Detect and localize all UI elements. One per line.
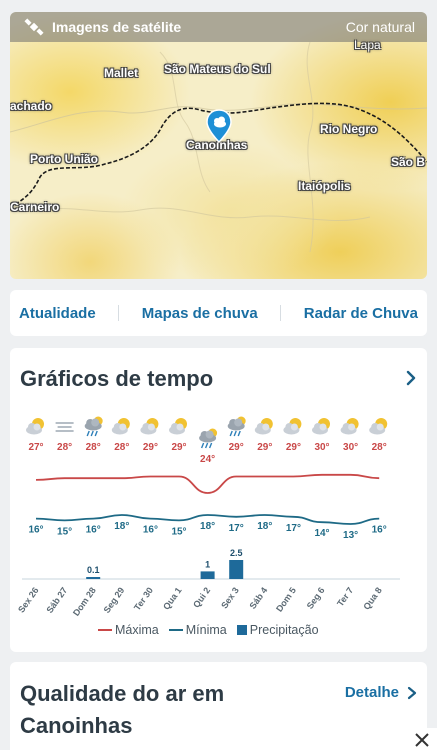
min-temp-label: 16°: [28, 525, 43, 536]
precip-bar: [200, 571, 215, 579]
precip-label: 2.5: [230, 548, 243, 558]
max-temp-label: 29°: [229, 442, 244, 453]
max-temp-label: 28°: [86, 442, 101, 453]
city-label: Carneiro: [10, 200, 60, 214]
x-tick-label: Sex 3: [219, 585, 241, 610]
max-temp-label: 29°: [143, 442, 158, 453]
sun-cloud-icon: [169, 418, 187, 435]
city-label: Lapa: [354, 38, 381, 52]
min-temp-label: 18°: [257, 521, 272, 532]
max-temp-label: 29°: [257, 442, 272, 453]
sun-cloud-icon: [283, 418, 302, 435]
x-tick-label: Dom 5: [274, 585, 298, 613]
precip-label: 0.1: [87, 565, 100, 575]
max-temp-label: 28°: [372, 442, 387, 453]
weather-charts-card: Gráficos de tempo 0.1 1 2.5 Sex 26 Sáb 27 Dom…: [10, 348, 427, 652]
legend-max: Máxima: [98, 623, 159, 637]
city-label: Itaiópolis: [298, 179, 351, 193]
x-tick-label: Ter 7: [335, 585, 355, 608]
legend-min-swatch: [168, 629, 183, 631]
max-temp-label: 29°: [286, 442, 301, 453]
map-title: Imagens de satélite: [52, 19, 182, 35]
legend-max-swatch: [98, 629, 112, 631]
air-quality-detail-link[interactable]: Detalhe: [345, 684, 417, 701]
min-temp-label: 15°: [57, 526, 72, 537]
legend-precip: Precipitação: [236, 623, 319, 637]
precip-bar: [229, 560, 244, 579]
legend-min: Mínima: [168, 623, 227, 637]
min-temp-label: 13°: [343, 530, 358, 541]
map-mode-selector[interactable]: Cor natural: [346, 19, 415, 35]
legend-precip-label: Precipitação: [249, 623, 319, 637]
fog-icon: [55, 422, 74, 432]
city-label: Porto União: [30, 152, 98, 166]
rain-cloud-icon: [227, 416, 246, 437]
chart-svg: 0.1 1 2.5 Sex 26 Sáb 27 Dom 28 Seg 29 Ter 30 Qua…: [16, 416, 400, 618]
sun-cloud-icon: [254, 418, 273, 435]
city-label: São B: [391, 155, 426, 169]
satellite-icon: [24, 18, 44, 36]
satellite-map[interactable]: Imagens de satélite Cor natural Lapa Mal…: [10, 12, 427, 279]
series-line-max: [35, 473, 380, 494]
min-temp-label: 18°: [200, 521, 215, 532]
city-label: São Mateus do Sul: [164, 62, 271, 76]
link-atualidade[interactable]: Atualidade: [19, 305, 96, 322]
x-tick-label: Seg 29: [102, 585, 127, 615]
air-quality-title: Qualidade do ar em Canoinhas: [20, 681, 225, 738]
sun-cloud-icon: [312, 418, 330, 435]
x-tick-label: Qua 8: [361, 585, 384, 611]
x-tick-label: Sáb 4: [247, 585, 269, 610]
sun-cloud-icon: [369, 418, 388, 435]
max-temp-label: 30°: [343, 442, 358, 453]
max-temp-label: 28°: [57, 442, 72, 453]
city-label: Mallet: [104, 66, 139, 80]
legend-precip-swatch: [236, 625, 247, 635]
air-quality-card: Qualidade do ar em Canoinhas Detalhe: [10, 662, 427, 750]
close-icon: [415, 733, 429, 747]
sun-cloud-icon: [111, 418, 130, 435]
chart-legend: Máxima Mínima Precipitação: [98, 623, 329, 637]
sun-cloud-icon: [26, 418, 44, 435]
min-temp-label: 14°: [314, 528, 329, 539]
rain-cloud-icon: [199, 428, 218, 449]
link-mapas-de-chuva[interactable]: Mapas de chuva: [142, 305, 258, 322]
x-tick-label: Dom 28: [71, 585, 98, 617]
min-temp-label: 16°: [143, 525, 158, 536]
sun-cloud-icon: [140, 418, 159, 435]
close-ad-button[interactable]: [405, 728, 437, 750]
chevron-right-icon: [407, 686, 417, 699]
rain-cloud-icon: [84, 416, 103, 437]
city-label: Rio Negro: [320, 122, 378, 136]
city-label: achado: [10, 99, 53, 113]
x-tick-label: Ter 30: [132, 585, 155, 612]
location-pin-icon[interactable]: [206, 109, 232, 143]
max-temp-label: 28°: [114, 442, 129, 453]
divider: [118, 305, 120, 321]
legend-max-label: Máxima: [115, 623, 159, 637]
max-temp-label: 24°: [200, 454, 215, 465]
max-temp-label: 29°: [171, 442, 186, 453]
max-temp-label: 27°: [28, 442, 43, 453]
link-radar-de-chuva[interactable]: Radar de Chuva: [304, 305, 418, 322]
divider: [280, 305, 282, 321]
sun-cloud-icon: [340, 418, 359, 435]
max-temp-label: 30°: [314, 442, 329, 453]
quick-links: Atualidade Mapas de chuva Radar de Chuva: [10, 290, 427, 336]
x-tick-label: Seg 6: [305, 585, 327, 610]
x-tick-label: Sáb 27: [44, 585, 69, 615]
min-temp-label: 16°: [372, 525, 387, 536]
min-temp-label: 17°: [286, 523, 301, 534]
min-temp-label: 18°: [114, 521, 129, 532]
detail-link-label: Detalhe: [344, 684, 399, 701]
precip-bar: [86, 577, 101, 579]
x-tick-label: Qua 1: [161, 585, 184, 611]
min-temp-label: 15°: [171, 526, 186, 537]
legend-min-label: Mínima: [185, 623, 227, 637]
precip-label: 1: [205, 559, 210, 569]
min-temp-label: 16°: [86, 525, 101, 536]
x-tick-label: Qui 2: [191, 585, 212, 609]
min-temp-label: 17°: [229, 523, 244, 534]
x-tick-label: Sex 26: [16, 585, 41, 614]
